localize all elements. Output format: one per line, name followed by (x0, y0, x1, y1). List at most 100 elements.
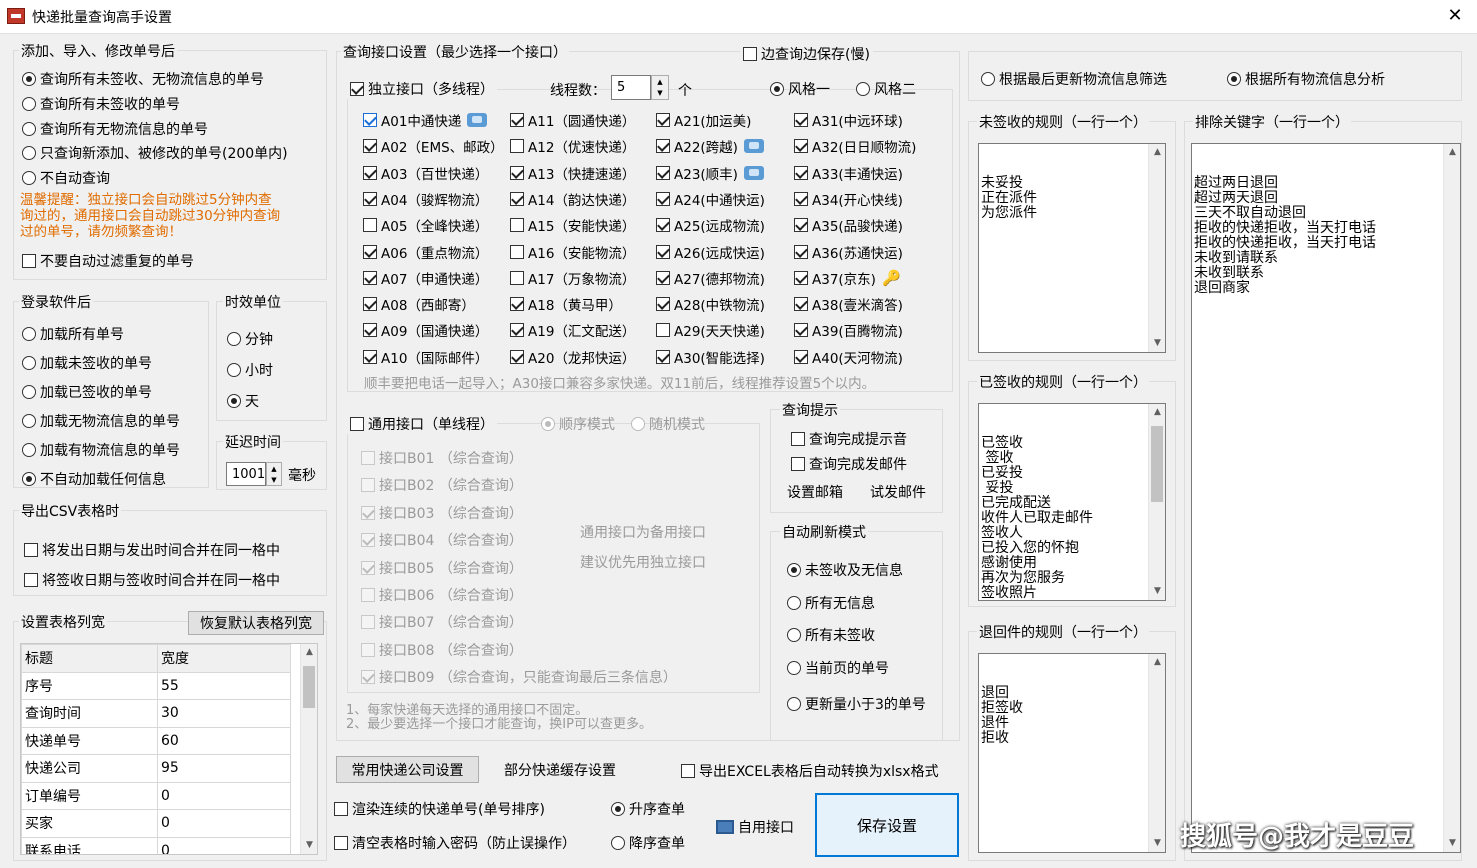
time-unit-option-0[interactable]: 分钟 (227, 329, 273, 349)
colwidth-table[interactable]: 标题 宽度 序号 55 查询时间 30 快递单号 60 快递公司 95 订单编号 0 买家 0 联系电话 0 (21, 644, 291, 854)
interface-a-checkbox[interactable]: A19（汇文配送） (510, 320, 635, 340)
save-settings-button[interactable]: 保存设置 (815, 793, 959, 857)
delay-spinner[interactable]: ▲ ▼ (266, 462, 282, 486)
table-row[interactable]: 订单编号 0 (21, 781, 291, 810)
interface-b-checkbox[interactable]: 接口B02 （综合查询） (361, 475, 523, 495)
interface-a-checkbox[interactable]: A16（安能物流） (510, 242, 635, 262)
interface-a-checkbox[interactable]: A15（安能快递） (510, 215, 635, 235)
interface-a-checkbox[interactable]: A17（万象物流） (510, 268, 635, 288)
password-clear-checkbox[interactable]: 清空表格时输入密码（防止误操作） (334, 833, 576, 853)
interface-a-checkbox[interactable]: A31(中远环球) (794, 110, 903, 130)
interface-a-checkbox[interactable]: A32(日日顺物流) (794, 136, 916, 156)
mail-checkbox[interactable]: 查询完成发邮件 (791, 454, 907, 474)
sound-checkbox[interactable]: 查询完成提示音 (791, 429, 907, 449)
colwidth-value-cell[interactable]: 0 (157, 809, 291, 838)
self-iface-button[interactable]: 自用接口 (716, 817, 794, 837)
add-import-option-3[interactable]: 只查询新添加、被修改的单号(200单内) (22, 143, 288, 163)
interface-a-checkbox[interactable]: A08（西邮寄） (363, 294, 475, 314)
interface-a-checkbox[interactable]: A03（百世快递） (363, 163, 488, 183)
table-row[interactable]: 快递单号 60 (21, 726, 291, 755)
time-unit-option-2[interactable]: 天 (227, 391, 259, 411)
threads-spinner[interactable]: ▲ ▼ (651, 75, 669, 100)
interface-a-checkbox[interactable]: A26(远成快运) (656, 242, 765, 262)
table-row[interactable]: 快递公司 95 (21, 754, 291, 783)
seq-mode-radio[interactable]: 顺序模式 (541, 414, 615, 434)
test-mail-link[interactable]: 试发邮件 (870, 482, 926, 502)
interface-b-checkbox[interactable]: 接口B04 （综合查询） (361, 530, 523, 550)
interface-a-checkbox[interactable]: A24(中通快运) (656, 189, 765, 209)
add-import-option-1[interactable]: 查询所有未签收的单号 (22, 94, 180, 114)
independent-checkbox[interactable]: 独立接口（多线程） (347, 79, 497, 99)
desc-radio[interactable]: 降序查单 (611, 833, 685, 853)
style1-radio[interactable]: 风格一 (770, 79, 830, 99)
filter-all-radio[interactable]: 根据所有物流信息分析 (1227, 69, 1385, 89)
add-import-option-2[interactable]: 查询所有无物流信息的单号 (22, 119, 208, 139)
refresh-option-4[interactable]: 更新量小于3的单号 (787, 694, 926, 714)
no-auto-filter-checkbox[interactable]: 不要自动过滤重复的单号 (22, 251, 194, 271)
interface-a-checkbox[interactable]: A12（优速快递） (510, 136, 635, 156)
interface-a-checkbox[interactable]: A34(开心快线) (794, 189, 903, 209)
threads-input[interactable]: 5 (611, 75, 651, 100)
cache-settings-button[interactable]: 部分快递缓存设置 (492, 756, 628, 783)
interface-a-checkbox[interactable]: A13（快捷速递） (510, 163, 635, 183)
random-mode-radio[interactable]: 随机模式 (631, 414, 705, 434)
interface-a-checkbox[interactable]: A33(丰通快运) (794, 163, 903, 183)
interface-a-checkbox[interactable]: A35(品骏快递) (794, 215, 903, 235)
table-row[interactable]: 查询时间 30 (21, 699, 291, 728)
interface-a-checkbox[interactable]: A40(天河物流) (794, 347, 903, 367)
interface-a-checkbox[interactable]: A28(中铁物流) (656, 294, 765, 314)
colwidth-value-cell[interactable]: 55 (157, 671, 291, 700)
table-row[interactable]: 买家 0 (21, 809, 291, 838)
login-option-4[interactable]: 加载有物流信息的单号 (22, 440, 180, 460)
delay-input[interactable]: 1001 (226, 462, 266, 486)
interface-a-checkbox[interactable]: A11（圆通快递） (510, 110, 635, 130)
login-option-1[interactable]: 加载未签收的单号 (22, 353, 152, 373)
interface-a-checkbox[interactable]: A27(德邦物流) (656, 268, 765, 288)
interface-a-checkbox[interactable]: A14（韵达快递） (510, 189, 635, 209)
refresh-option-0[interactable]: 未签收及无信息 (787, 560, 903, 580)
interface-a-checkbox[interactable]: A22(跨越) (656, 136, 764, 156)
signed-rules-textarea[interactable]: 已签收 签收 已妥投 妥投 已完成配送 收件人已取走邮件 签收人 已投入您的怀抱… (978, 403, 1166, 601)
interface-a-checkbox[interactable]: A25(远成物流) (656, 215, 765, 235)
interface-b-checkbox[interactable]: 接口B08 （综合查询） (361, 640, 523, 660)
filter-last-radio[interactable]: 根据最后更新物流信息筛选 (981, 69, 1167, 89)
interface-b-checkbox[interactable]: 接口B07 （综合查询） (361, 612, 523, 632)
login-option-3[interactable]: 加载无物流信息的单号 (22, 411, 180, 431)
interface-a-checkbox[interactable]: A10（国际邮件） (363, 347, 488, 367)
asc-radio[interactable]: 升序查单 (611, 799, 685, 819)
login-option-2[interactable]: 加载已签收的单号 (22, 382, 152, 402)
interface-b-checkbox[interactable]: 接口B06 （综合查询） (361, 585, 523, 605)
colwidth-value-cell[interactable]: 0 (157, 781, 291, 810)
colwidth-value-cell[interactable]: 95 (157, 754, 291, 783)
csv-merge-sign-checkbox[interactable]: 将签收日期与签收时间合并在同一格中 (24, 570, 280, 590)
login-option-5[interactable]: 不自动加载任何信息 (22, 469, 166, 489)
style2-radio[interactable]: 风格二 (856, 79, 916, 99)
render-sorted-checkbox[interactable]: 渲染连续的快递单号(单号排序) (334, 799, 545, 819)
interface-a-checkbox[interactable]: A07（申通快递） (363, 268, 488, 288)
colwidth-scrollbar[interactable]: ▲ ▼ (300, 644, 317, 854)
interface-a-checkbox[interactable]: A04（骏辉物流） (363, 189, 488, 209)
exclude-rules-textarea[interactable]: 超过两日退回 超过两天退回 三天不取自动退回 拒收的快递拒收，当天打电话 拒收的… (1191, 143, 1461, 853)
interface-a-checkbox[interactable]: A06（重点物流） (363, 242, 488, 262)
interface-b-checkbox[interactable]: 接口B01 （综合查询） (361, 448, 523, 468)
interface-a-checkbox[interactable]: A38(壹米滴答) (794, 294, 903, 314)
refresh-option-3[interactable]: 当前页的单号 (787, 658, 889, 678)
csv-merge-send-checkbox[interactable]: 将发出日期与发出时间合并在同一格中 (24, 540, 280, 560)
add-import-option-0[interactable]: 查询所有未签收、无物流信息的单号 (22, 69, 264, 89)
interface-a-checkbox[interactable]: A20（龙邦快运） (510, 347, 635, 367)
interface-a-checkbox[interactable]: A37(京东) 🔑 (794, 268, 901, 288)
login-option-0[interactable]: 加载所有单号 (22, 324, 124, 344)
interface-a-checkbox[interactable]: A39(百腾物流) (794, 320, 903, 340)
interface-a-checkbox[interactable]: A05（全峰快递） (363, 215, 488, 235)
time-unit-option-1[interactable]: 小时 (227, 360, 273, 380)
interface-b-checkbox[interactable]: 接口B09 （综合查询，只能查询最后三条信息） (361, 667, 677, 687)
unsigned-rules-textarea[interactable]: 未妥投 正在派件 为您派件 ▲ ▼ (978, 143, 1166, 353)
colwidth-value-cell[interactable]: 0 (157, 836, 291, 854)
reset-colwidth-button[interactable]: 恢复默认表格列宽 (188, 611, 324, 635)
interface-a-checkbox[interactable]: A36(苏通快运) (794, 242, 903, 262)
interface-a-checkbox[interactable]: A18（黄马甲） (510, 294, 622, 314)
interface-a-checkbox[interactable]: A09（国通快递） (363, 320, 488, 340)
close-button[interactable]: ✕ (1440, 3, 1470, 29)
refresh-option-1[interactable]: 所有无信息 (787, 593, 875, 613)
interface-a-checkbox[interactable]: A21(加运美) (656, 110, 751, 130)
